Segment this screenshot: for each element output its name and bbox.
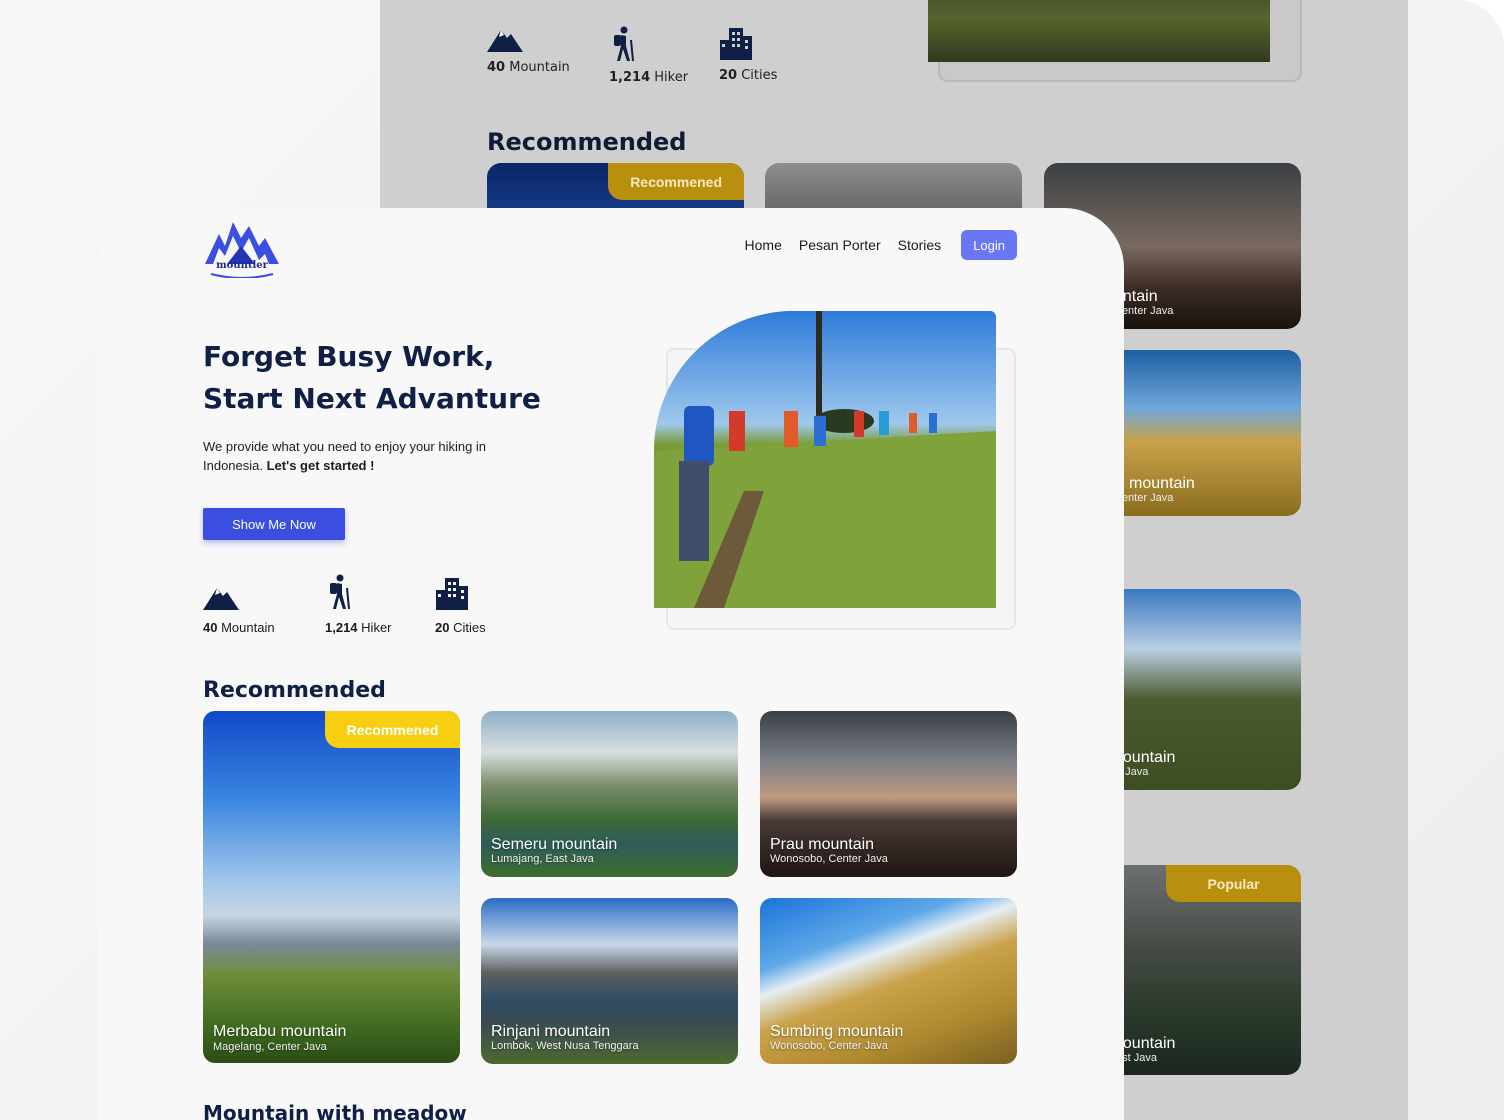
mountain-icon [203, 588, 239, 610]
hero-description: We provide what you need to enjoy your h… [203, 437, 503, 475]
stat-label: 20 Cities [435, 620, 486, 635]
card-subtitle: Wonosobo, Center Java [770, 1040, 888, 1052]
back-recommended-badge: Recommened [608, 163, 744, 200]
card-subtitle: Lombok, West Nusa Tenggara [491, 1040, 639, 1052]
top-nav: Home Pesan Porter Stories Login [728, 230, 1017, 260]
back-stats: 40 Mountain 1,214 Hiker 20 Cities [487, 26, 829, 85]
logo-text: mountler [216, 260, 269, 271]
stat-label: 1,214 Hiker [325, 620, 392, 635]
city-icon [436, 578, 468, 610]
hero-image-hikers [654, 311, 996, 608]
back-card-title: mountain [1129, 475, 1195, 492]
back-stat-hiker: 1,214 Hiker [609, 26, 719, 85]
mountain-icon [487, 30, 523, 52]
card-title: Sumbing mountain [770, 1023, 904, 1040]
back-hero-frame [928, 0, 1302, 82]
hero-title: Forget Busy Work, Start Next Advanture [203, 336, 603, 420]
meadow-heading: Mountain with meadow [203, 1101, 467, 1120]
card-subtitle: Lumajang, East Java [491, 853, 594, 865]
hiker-icon [614, 26, 634, 62]
card-title: Prau mountain [770, 836, 875, 853]
mountler-logo[interactable]: mountler [203, 216, 281, 278]
card-prau[interactable]: Prau mountain Wonosobo, Center Java [760, 711, 1017, 877]
hero-title-line-2: Start Next Advanture [203, 382, 541, 415]
card-rinjani[interactable]: Rinjani mountain Lombok, West Nusa Tengg… [481, 898, 738, 1064]
card-sumbing[interactable]: Sumbing mountain Wonosobo, Center Java [760, 898, 1017, 1064]
stat-label: 40 Mountain [203, 620, 275, 635]
card-title: Rinjani mountain [491, 1023, 611, 1040]
card-title: Merbabu mountain [213, 1023, 347, 1040]
back-stat-label: 40 Mountain [487, 60, 570, 75]
stats-row: 40 Mountain 1,214 Hiker 20 Cities [203, 574, 545, 635]
back-stat-cities: 20 Cities [719, 26, 829, 85]
login-button[interactable]: Login [961, 230, 1017, 260]
back-stat-label: 20 Cities [719, 68, 778, 83]
recommended-heading: Recommended [203, 678, 386, 703]
city-icon [720, 28, 752, 60]
hero-description-cta-text: Let's get started ! [266, 458, 375, 473]
hero-title-line-1: Forget Busy Work, [203, 340, 495, 373]
card-merbabu[interactable]: Recommened Merbabu mountain Magelang, Ce… [203, 711, 460, 1063]
hiker-icon [330, 574, 350, 610]
back-hero-photo [928, 0, 1270, 62]
recommended-badge: Recommened [325, 711, 460, 748]
stat-mountain: 40 Mountain [203, 574, 325, 635]
stat-cities: 20 Cities [435, 574, 545, 635]
back-recommended-heading: Recommended [487, 128, 687, 156]
card-title: Semeru mountain [491, 836, 618, 853]
back-stat-label: 1,214 Hiker [609, 70, 689, 85]
card-semeru[interactable]: Semeru mountain Lumajang, East Java [481, 711, 738, 877]
back-popular-badge: Popular [1166, 865, 1301, 902]
card-subtitle: Wonosobo, Center Java [770, 853, 888, 865]
landing-page: mountler Home Pesan Porter Stories Login… [97, 208, 1124, 1120]
stat-hiker: 1,214 Hiker [325, 574, 435, 635]
card-subtitle: Magelang, Center Java [213, 1041, 327, 1053]
nav-home[interactable]: Home [745, 237, 782, 253]
show-me-now-button[interactable]: Show Me Now [203, 508, 345, 540]
nav-stories[interactable]: Stories [898, 237, 942, 253]
back-stat-mountain: 40 Mountain [487, 26, 609, 85]
hero-illustration [654, 311, 996, 608]
nav-pesan-porter[interactable]: Pesan Porter [799, 237, 881, 253]
